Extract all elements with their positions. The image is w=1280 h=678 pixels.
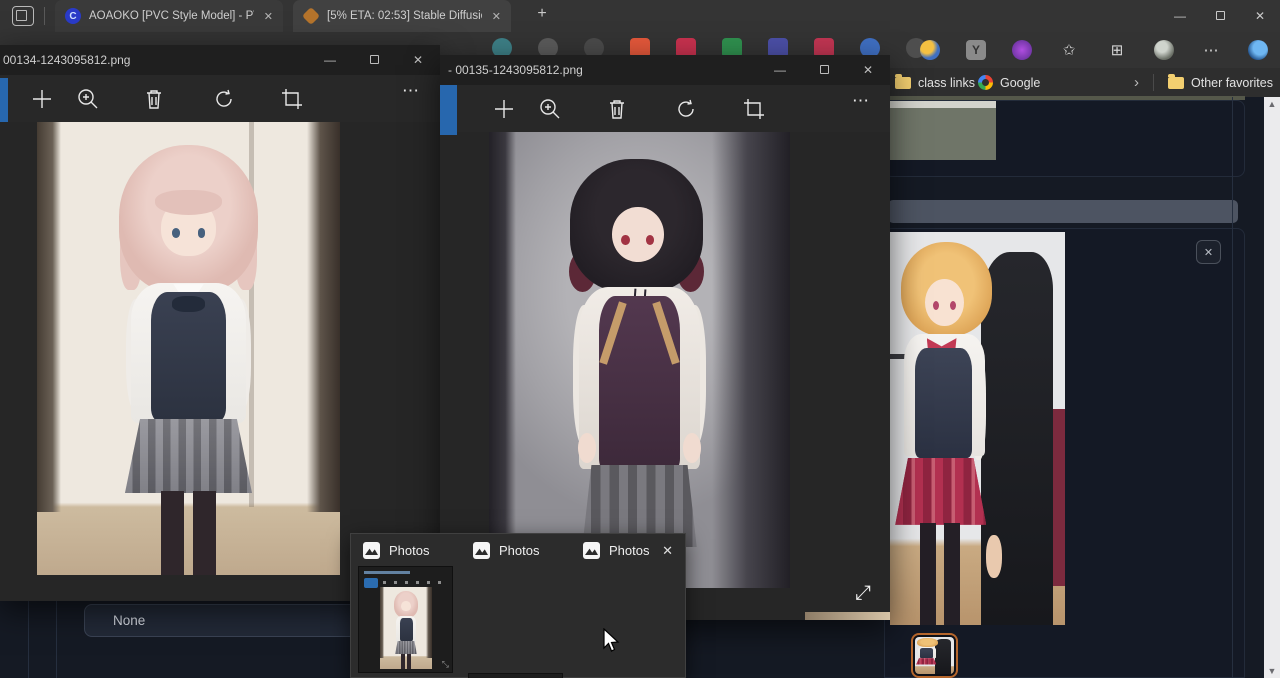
close-icon[interactable]: ✕ — [396, 53, 440, 67]
photos-app-icon — [473, 542, 490, 559]
bing-icon[interactable] — [1248, 40, 1268, 60]
bookmarks-overflow-chevron[interactable]: › — [1134, 72, 1139, 93]
photos-toolbar: ⋯ — [440, 85, 890, 132]
zoom-in-icon[interactable] — [538, 97, 562, 121]
photos-app-icon — [363, 542, 380, 559]
zoom-in-icon[interactable] — [76, 87, 100, 111]
photos-titlebar[interactable]: 00134-1243095812.png — ✕ — [0, 45, 440, 75]
bookmark-folder-other-favorites[interactable]: Other favorites — [1168, 72, 1273, 93]
gradio-icon — [302, 7, 320, 25]
toolbar-right-icons: Y ✩ ⊞ ⋯ — [920, 39, 1268, 61]
scroll-up-icon[interactable]: ▲ — [1264, 99, 1280, 109]
favorites-star-icon[interactable]: ✩ — [1058, 41, 1080, 59]
desktop-screen: C AOAOKO [PVC Style Model] - PV ✕ [5% ET… — [0, 0, 1280, 678]
panel-border — [28, 601, 29, 678]
minimize-icon[interactable]: — — [1160, 9, 1200, 23]
panel-border — [1232, 97, 1233, 678]
tab-close-icon[interactable]: ✕ — [492, 10, 501, 23]
new-tab-button[interactable]: + — [530, 5, 554, 27]
browser-tab-2[interactable]: [5% ETA: 02:53] Stable Diffusion ✕ — [293, 0, 511, 32]
bookmark-label: Other favorites — [1191, 76, 1273, 90]
browser-tab-bar: C AOAOKO [PVC Style Model] - PV ✕ [5% ET… — [0, 0, 1280, 32]
taskbar-preview-photos-2[interactable]: Photos — [473, 542, 539, 559]
mini-photo-pink — [380, 587, 432, 669]
bookmark-folder-class-links[interactable]: class links — [895, 72, 975, 93]
extension-icon[interactable] — [1012, 40, 1032, 60]
crop-icon[interactable] — [280, 87, 304, 111]
sd-generation-preview — [890, 101, 996, 160]
delete-icon[interactable] — [142, 87, 166, 111]
mini-resize-icon: ⤡ — [442, 659, 449, 670]
gallery-close-button[interactable]: ✕ — [1196, 240, 1221, 264]
see-more-icon[interactable]: ⋯ — [852, 91, 876, 115]
taskbar-preview-thumbnail-2[interactable]: ⤡ — [468, 673, 563, 678]
restore-icon[interactable] — [802, 63, 846, 77]
see-more-icon[interactable]: ⋯ — [402, 81, 426, 105]
tab-separator — [44, 7, 45, 25]
bookmark-label: Google — [1000, 76, 1040, 90]
extension-sphere-icon[interactable] — [920, 40, 940, 60]
taskbar-preview-thumbnail-1[interactable]: ⤡ — [358, 566, 453, 673]
taskbar-preview-flyout: Photos ⤡ Photos ⤡ Photos — [350, 533, 686, 678]
accent-strip — [0, 78, 8, 122]
taskbar-preview-photos-3[interactable]: Photos ✕ — [583, 542, 679, 559]
sd-progress-bar — [888, 200, 1238, 223]
taskbar-preview-photos-1[interactable]: Photos — [363, 542, 429, 559]
add-icon[interactable] — [492, 97, 516, 121]
delete-icon[interactable] — [605, 97, 629, 121]
add-icon[interactable] — [30, 87, 54, 111]
photo-pink-haired-girl[interactable] — [37, 122, 340, 575]
folder-icon — [1168, 77, 1184, 89]
expand-icon[interactable]: ⤢ — [855, 582, 871, 605]
crop-icon[interactable] — [742, 97, 766, 121]
minimize-icon[interactable]: — — [758, 63, 802, 77]
photos-window-left: 00134-1243095812.png — ✕ ⋯ — [0, 45, 440, 601]
civitai-icon: C — [65, 8, 81, 24]
browser-tab-1[interactable]: C AOAOKO [PVC Style Model] - PV ✕ — [55, 0, 283, 32]
tab-title: [5% ETA: 02:53] Stable Diffusion — [327, 10, 482, 22]
close-icon[interactable]: ✕ — [846, 63, 890, 77]
photos-toolbar: ⋯ — [0, 75, 440, 122]
photo-blonde-girl-output[interactable] — [890, 232, 1065, 625]
photo-dark-haired-girl[interactable] — [489, 132, 790, 588]
minimize-icon[interactable]: — — [308, 53, 352, 67]
rotate-icon[interactable] — [212, 87, 236, 111]
close-icon: ✕ — [1204, 246, 1213, 259]
profile-avatar[interactable] — [1154, 40, 1174, 60]
dropdown-value: None — [113, 613, 145, 628]
restore-icon[interactable] — [1200, 9, 1240, 23]
panel-border — [56, 601, 57, 678]
y-extension-icon[interactable]: Y — [966, 40, 986, 60]
gallery-thumbnail-selected[interactable] — [911, 633, 958, 678]
tab-close-icon[interactable]: ✕ — [264, 10, 273, 23]
chevron-icon: › — [1134, 74, 1139, 91]
browser-scrollbar[interactable]: ▲ ▼ — [1264, 97, 1280, 678]
window-bottom-strip — [805, 612, 890, 620]
restore-icon[interactable] — [352, 53, 396, 67]
preview-label: Photos — [499, 543, 539, 558]
collections-icon[interactable]: ⊞ — [1106, 41, 1128, 59]
photos-app-icon — [583, 542, 600, 559]
photos-titlebar[interactable]: - 00135-1243095812.png — ✕ — [440, 55, 890, 85]
preview-label: Photos — [389, 543, 429, 558]
accent-strip — [440, 85, 457, 135]
tab-title: AOAOKO [PVC Style Model] - PV — [89, 10, 254, 22]
settings-more-icon[interactable]: ⋯ — [1200, 41, 1222, 59]
thumbnail-image — [915, 637, 954, 674]
preview-label: Photos — [609, 543, 649, 558]
window-title: 00134-1243095812.png — [0, 53, 130, 67]
rotate-icon[interactable] — [674, 97, 698, 121]
browser-window-controls: — ✕ — [1160, 0, 1280, 32]
bookmark-google[interactable]: Google — [978, 72, 1040, 93]
google-icon — [978, 75, 993, 90]
window-title: - 00135-1243095812.png — [440, 63, 583, 77]
scroll-down-icon[interactable]: ▼ — [1264, 666, 1280, 676]
bookmarks-separator — [1153, 74, 1154, 91]
bookmark-label: class links — [918, 76, 975, 90]
folder-icon — [895, 77, 911, 89]
preview-close-icon[interactable]: ✕ — [662, 543, 673, 559]
tab-actions-icon[interactable] — [12, 6, 34, 26]
close-icon[interactable]: ✕ — [1240, 9, 1280, 23]
